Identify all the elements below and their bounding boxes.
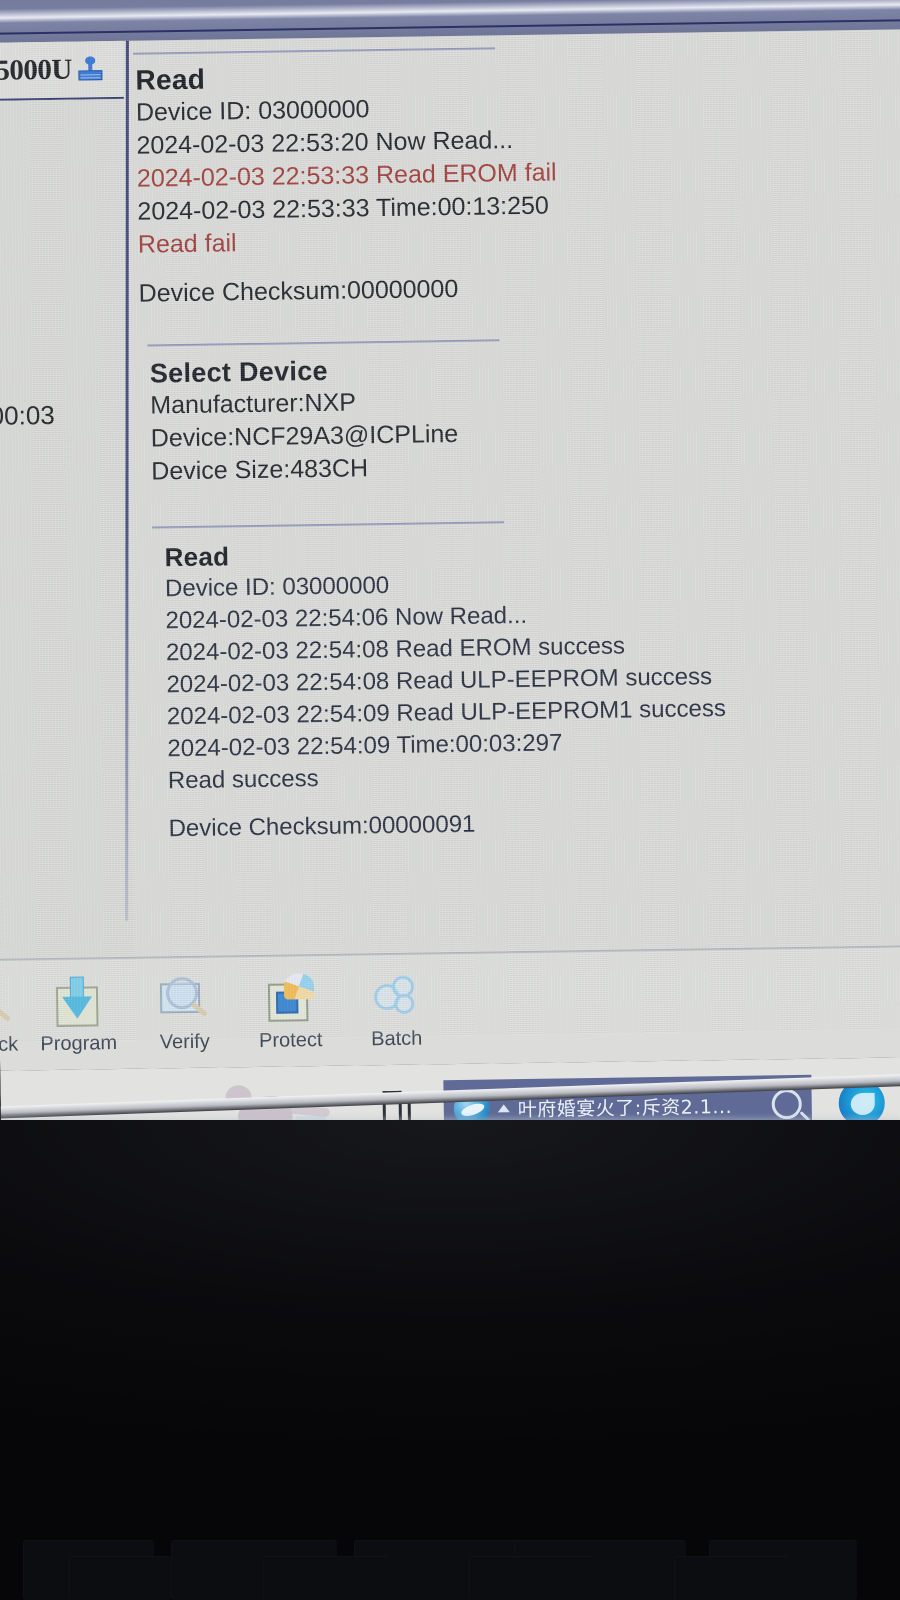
batch-button[interactable]: Batch: [343, 967, 450, 1066]
search-icon[interactable]: [771, 1088, 802, 1120]
verify-button-label: Verify: [159, 1030, 210, 1054]
check-button-label: Check: [0, 1033, 19, 1057]
keyboard-keys: [0, 1480, 900, 1600]
news-caret-icon: [497, 1104, 510, 1113]
gears-batch-icon: [366, 967, 427, 1024]
device-tab[interactable]: 5000U: [0, 40, 124, 101]
check-button[interactable]: Check: [0, 973, 26, 1071]
left-status-column: :00:03: [0, 98, 136, 1043]
protect-button-label: Protect: [258, 1029, 323, 1052]
log-panel[interactable]: Read Device ID: 03000000 2024-02-03 22:5…: [133, 29, 900, 1041]
download-arrow-chip-icon: [48, 972, 109, 1029]
screen-content: 5000U :00:03 Read Device ID: 03000000 20…: [0, 0, 900, 1135]
app-body: 5000U :00:03 Read Device ID: 03000000 20…: [0, 29, 900, 1135]
log-block-select-device: Select Device Manufacturer:NXP Device:NC…: [137, 335, 900, 489]
dark-keyboard-area: [0, 1120, 900, 1600]
elapsed-timer: :00:03: [0, 399, 55, 431]
laptop-screen-photo: 5000U :00:03 Read Device ID: 03000000 20…: [0, 0, 900, 1600]
program-button[interactable]: Program: [25, 972, 132, 1071]
batch-button-label: Batch: [370, 1027, 423, 1051]
shield-chip-icon: [260, 969, 321, 1026]
program-button-label: Program: [40, 1032, 118, 1056]
verify-button[interactable]: Verify: [131, 970, 238, 1069]
magnifier-check-icon: [0, 974, 20, 1031]
log-block-read-fail: Read Device ID: 03000000 2024-02-03 22:5…: [133, 43, 900, 311]
device-tab-label: 5000U: [0, 53, 73, 87]
log-block-read-success: Read Device ID: 03000000 2024-02-03 22:5…: [140, 517, 900, 846]
magnifier-screen-icon: [154, 971, 215, 1028]
protect-button[interactable]: Protect: [237, 969, 344, 1068]
app-toolbar: Check Program Verify Protect Batch: [0, 944, 900, 1071]
chip-programmer-icon: [78, 56, 104, 82]
